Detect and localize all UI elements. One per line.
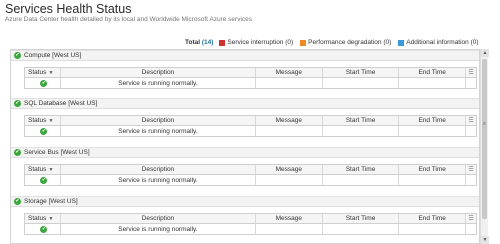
column-message[interactable]: Message	[256, 214, 323, 223]
column-menu-icon[interactable]: ☰	[466, 116, 476, 125]
sort-down-icon[interactable]: ▼	[48, 167, 53, 173]
scroll-down-icon[interactable]: ▼	[481, 236, 489, 244]
sort-down-icon[interactable]: ▼	[48, 70, 53, 76]
performance-degradation-swatch	[300, 39, 307, 46]
check-circle-icon: ✔	[40, 225, 48, 233]
service-grid: Status ▼ Description Message Start Time E…	[24, 115, 477, 137]
services-panel: ✔ Compute [West US] Status ▼ Description …	[10, 49, 480, 244]
row-end-time	[399, 224, 467, 234]
total-count[interactable]: Total (14)	[185, 39, 213, 46]
sort-down-icon[interactable]: ▼	[48, 118, 53, 124]
column-start-time[interactable]: Start Time	[323, 165, 400, 174]
row-message	[256, 78, 323, 88]
row-description: Service is running normally.	[61, 78, 256, 88]
column-status[interactable]: Status ▼	[25, 116, 61, 125]
column-start-time[interactable]: Start Time	[323, 68, 400, 77]
additional-information-swatch	[398, 39, 405, 46]
service-grid: Status ▼ Description Message Start Time E…	[24, 213, 477, 235]
column-message[interactable]: Message	[256, 116, 323, 125]
service-header[interactable]: ✔ Storage [West US]	[11, 196, 479, 207]
check-circle-icon: ✔	[14, 52, 21, 59]
column-message[interactable]: Message	[256, 165, 323, 174]
grid-header: Status ▼ Description Message Start Time E…	[25, 165, 476, 175]
row-start-time	[323, 224, 400, 234]
check-circle-icon: ✔	[14, 100, 21, 107]
scroll-up-icon[interactable]: ▲	[481, 49, 489, 57]
column-menu-icon[interactable]: ☰	[466, 68, 476, 77]
service-header[interactable]: ✔ SQL Database [West US]	[11, 98, 479, 109]
legend-performance-degradation[interactable]: Performance degradation (0)	[300, 39, 391, 46]
row-description: Service is running normally.	[61, 126, 256, 136]
column-status[interactable]: Status ▼	[25, 214, 61, 223]
grid-header: Status ▼ Description Message Start Time E…	[25, 68, 476, 78]
check-circle-icon: ✔	[14, 149, 21, 156]
scroll-grip-icon: ≡	[483, 121, 486, 127]
row-start-time	[323, 126, 400, 136]
column-message[interactable]: Message	[256, 68, 323, 77]
grid-header: Status ▼ Description Message Start Time E…	[25, 116, 476, 126]
column-status[interactable]: Status ▼	[25, 68, 61, 77]
service-name: Compute [West US]	[24, 52, 82, 59]
table-row[interactable]: ✔ Service is running normally.	[25, 126, 476, 136]
service-name: Service Bus [West US]	[24, 149, 90, 156]
vertical-scrollbar[interactable]: ▲ ≡ ▼	[480, 49, 489, 244]
scroll-thumb[interactable]	[482, 59, 487, 219]
column-status[interactable]: Status ▼	[25, 165, 61, 174]
column-end-time[interactable]: End Time	[399, 116, 467, 125]
row-message	[256, 126, 323, 136]
legend-service-interruption[interactable]: Service interruption (0)	[219, 39, 293, 46]
row-description: Service is running normally.	[61, 224, 256, 234]
column-start-time[interactable]: Start Time	[323, 214, 400, 223]
column-description[interactable]: Description	[61, 214, 256, 223]
grid-header: Status ▼ Description Message Start Time E…	[25, 214, 476, 224]
column-end-time[interactable]: End Time	[399, 68, 467, 77]
service-name: SQL Database [West US]	[24, 100, 98, 107]
service-interruption-swatch	[219, 39, 226, 46]
check-circle-icon: ✔	[40, 127, 48, 135]
check-circle-icon: ✔	[40, 176, 48, 184]
service-header[interactable]: ✔ Service Bus [West US]	[11, 147, 479, 158]
row-message	[256, 175, 323, 185]
service-name: Storage [West US]	[24, 198, 78, 205]
service-section-sql-database: ✔ SQL Database [West US] Status ▼ Descrip…	[11, 98, 479, 146]
service-grid: Status ▼ Description Message Start Time E…	[24, 164, 477, 186]
column-description[interactable]: Description	[61, 165, 256, 174]
row-start-time	[323, 175, 400, 185]
column-end-time[interactable]: End Time	[399, 214, 467, 223]
column-start-time[interactable]: Start Time	[323, 116, 400, 125]
table-row[interactable]: ✔ Service is running normally.	[25, 175, 476, 185]
column-description[interactable]: Description	[61, 68, 256, 77]
service-section-compute: ✔ Compute [West US] Status ▼ Description …	[11, 50, 479, 98]
row-end-time	[399, 126, 467, 136]
status-summary: Total (14) Service interruption (0) Perf…	[185, 39, 479, 46]
column-end-time[interactable]: End Time	[399, 165, 467, 174]
sort-down-icon[interactable]: ▼	[48, 216, 53, 222]
service-section-storage: ✔ Storage [West US] Status ▼ Description …	[11, 196, 479, 243]
column-description[interactable]: Description	[61, 116, 256, 125]
table-row[interactable]: ✔ Service is running normally.	[25, 224, 476, 234]
legend-additional-information[interactable]: Additional information (0)	[398, 39, 479, 46]
service-grid: Status ▼ Description Message Start Time E…	[24, 67, 477, 89]
page-title: Services Health Status	[5, 2, 132, 16]
check-circle-icon: ✔	[40, 79, 48, 87]
row-message	[256, 224, 323, 234]
check-circle-icon: ✔	[14, 198, 21, 205]
column-menu-icon[interactable]: ☰	[466, 165, 476, 174]
row-description: Service is running normally.	[61, 175, 256, 185]
row-end-time	[399, 78, 467, 88]
service-header[interactable]: ✔ Compute [West US]	[11, 50, 479, 61]
row-end-time	[399, 175, 467, 185]
column-menu-icon[interactable]: ☰	[466, 214, 476, 223]
service-section-service-bus: ✔ Service Bus [West US] Status ▼ Descript…	[11, 147, 479, 195]
row-start-time	[323, 78, 400, 88]
table-row[interactable]: ✔ Service is running normally.	[25, 78, 476, 88]
page-subtitle: Azure Data Center health detailed by its…	[5, 16, 252, 23]
